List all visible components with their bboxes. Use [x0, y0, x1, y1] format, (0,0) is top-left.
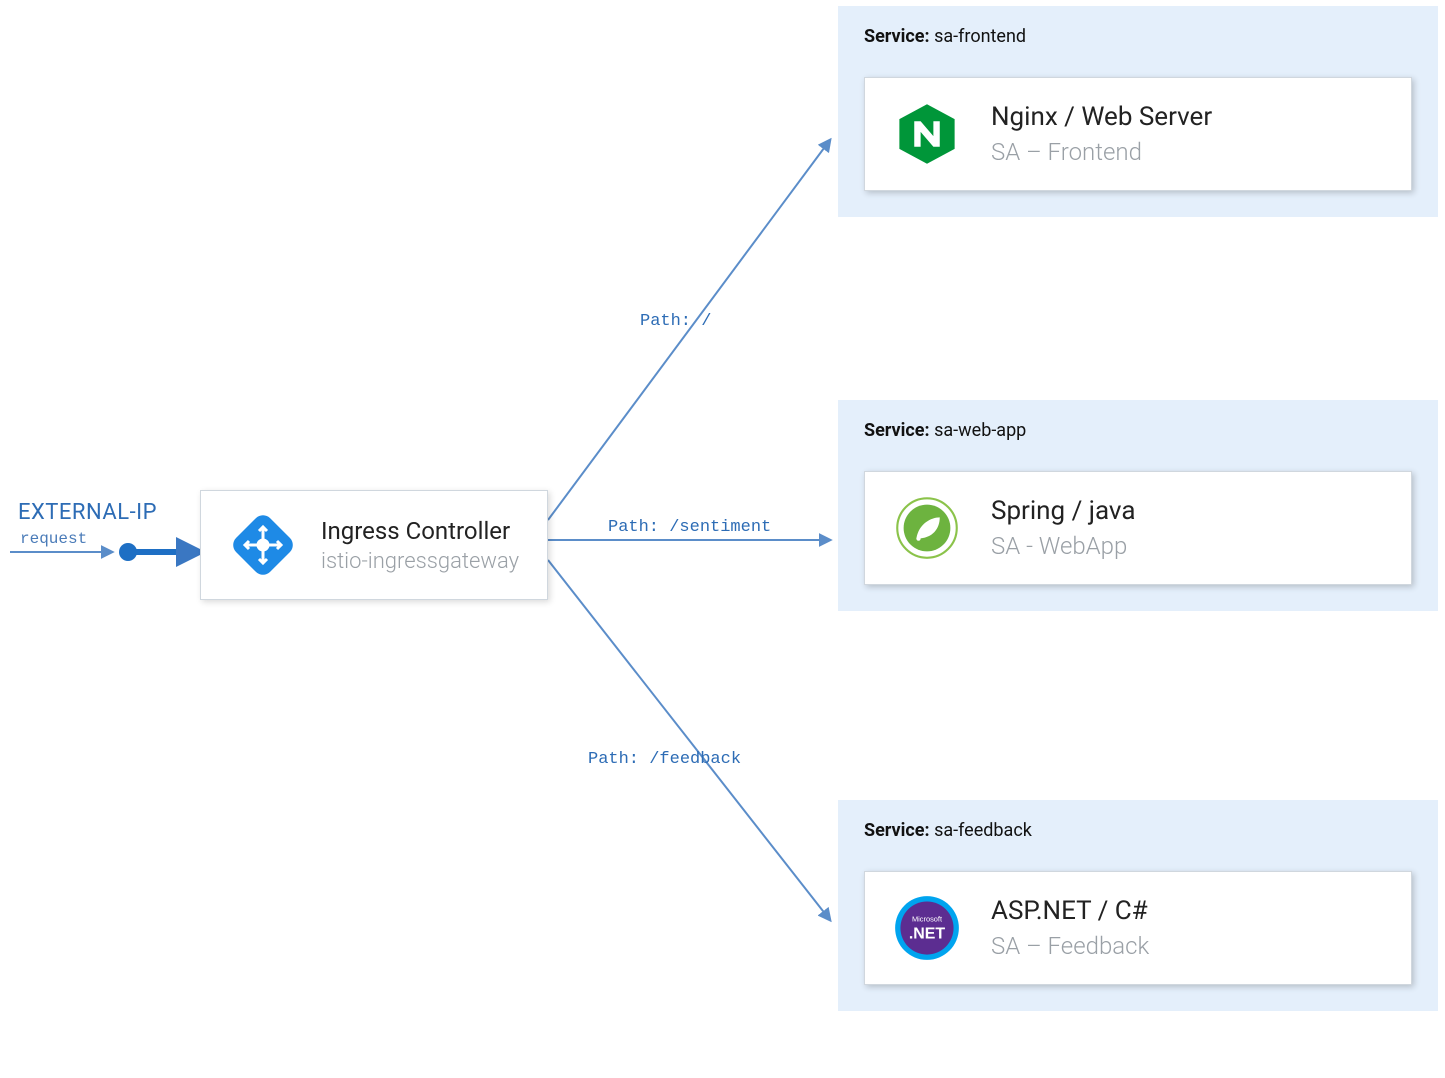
- service-card-title: ASP.NET / C#: [991, 896, 1149, 926]
- path-line-feedback: [548, 560, 830, 920]
- svg-text:.NET: .NET: [909, 926, 946, 943]
- path-label-sentiment: Path: /sentiment: [608, 518, 771, 537]
- service-panel-frontend: Service: sa-frontend Nginx / Web Server …: [838, 6, 1438, 217]
- service-header-label: Service:: [864, 26, 930, 47]
- service-header: Service: sa-frontend: [864, 26, 1412, 47]
- service-panel-feedback: Service: sa-feedback Microsoft .NET ASP.…: [838, 800, 1438, 1011]
- service-name: sa-frontend: [934, 26, 1026, 47]
- dotnet-icon: Microsoft .NET: [891, 892, 963, 964]
- service-name: sa-web-app: [934, 420, 1026, 441]
- service-card-subtitle: SA – Feedback: [991, 932, 1149, 960]
- spring-icon: [891, 492, 963, 564]
- ingress-card: Ingress Controller istio-ingressgateway: [200, 490, 548, 600]
- path-label-feedback: Path: /feedback: [588, 750, 741, 769]
- service-card-frontend: Nginx / Web Server SA – Frontend: [864, 77, 1412, 191]
- service-panel-webapp: Service: sa-web-app Spring / java SA - W…: [838, 400, 1438, 611]
- service-header-label: Service:: [864, 420, 930, 441]
- service-header-label: Service:: [864, 820, 930, 841]
- service-card-subtitle: SA - WebApp: [991, 532, 1135, 560]
- service-card-subtitle: SA – Frontend: [991, 138, 1212, 166]
- ingress-subtitle: istio-ingressgateway: [321, 549, 519, 574]
- external-ip-label: EXTERNAL-IP: [18, 500, 157, 525]
- request-endpoint-dot: [119, 543, 137, 561]
- nginx-icon: [891, 98, 963, 170]
- service-card-title: Spring / java: [991, 496, 1135, 526]
- service-header: Service: sa-web-app: [864, 420, 1412, 441]
- svg-text:Microsoft: Microsoft: [912, 915, 942, 924]
- service-header: Service: sa-feedback: [864, 820, 1412, 841]
- service-card-feedback: Microsoft .NET ASP.NET / C# SA – Feedbac…: [864, 871, 1412, 985]
- service-card-webapp: Spring / java SA - WebApp: [864, 471, 1412, 585]
- request-label: request: [20, 530, 87, 548]
- ingress-icon: [227, 509, 299, 581]
- path-label-root: Path: /: [640, 312, 711, 331]
- service-name: sa-feedback: [934, 820, 1032, 841]
- service-card-title: Nginx / Web Server: [991, 102, 1212, 132]
- ingress-title: Ingress Controller: [321, 517, 519, 545]
